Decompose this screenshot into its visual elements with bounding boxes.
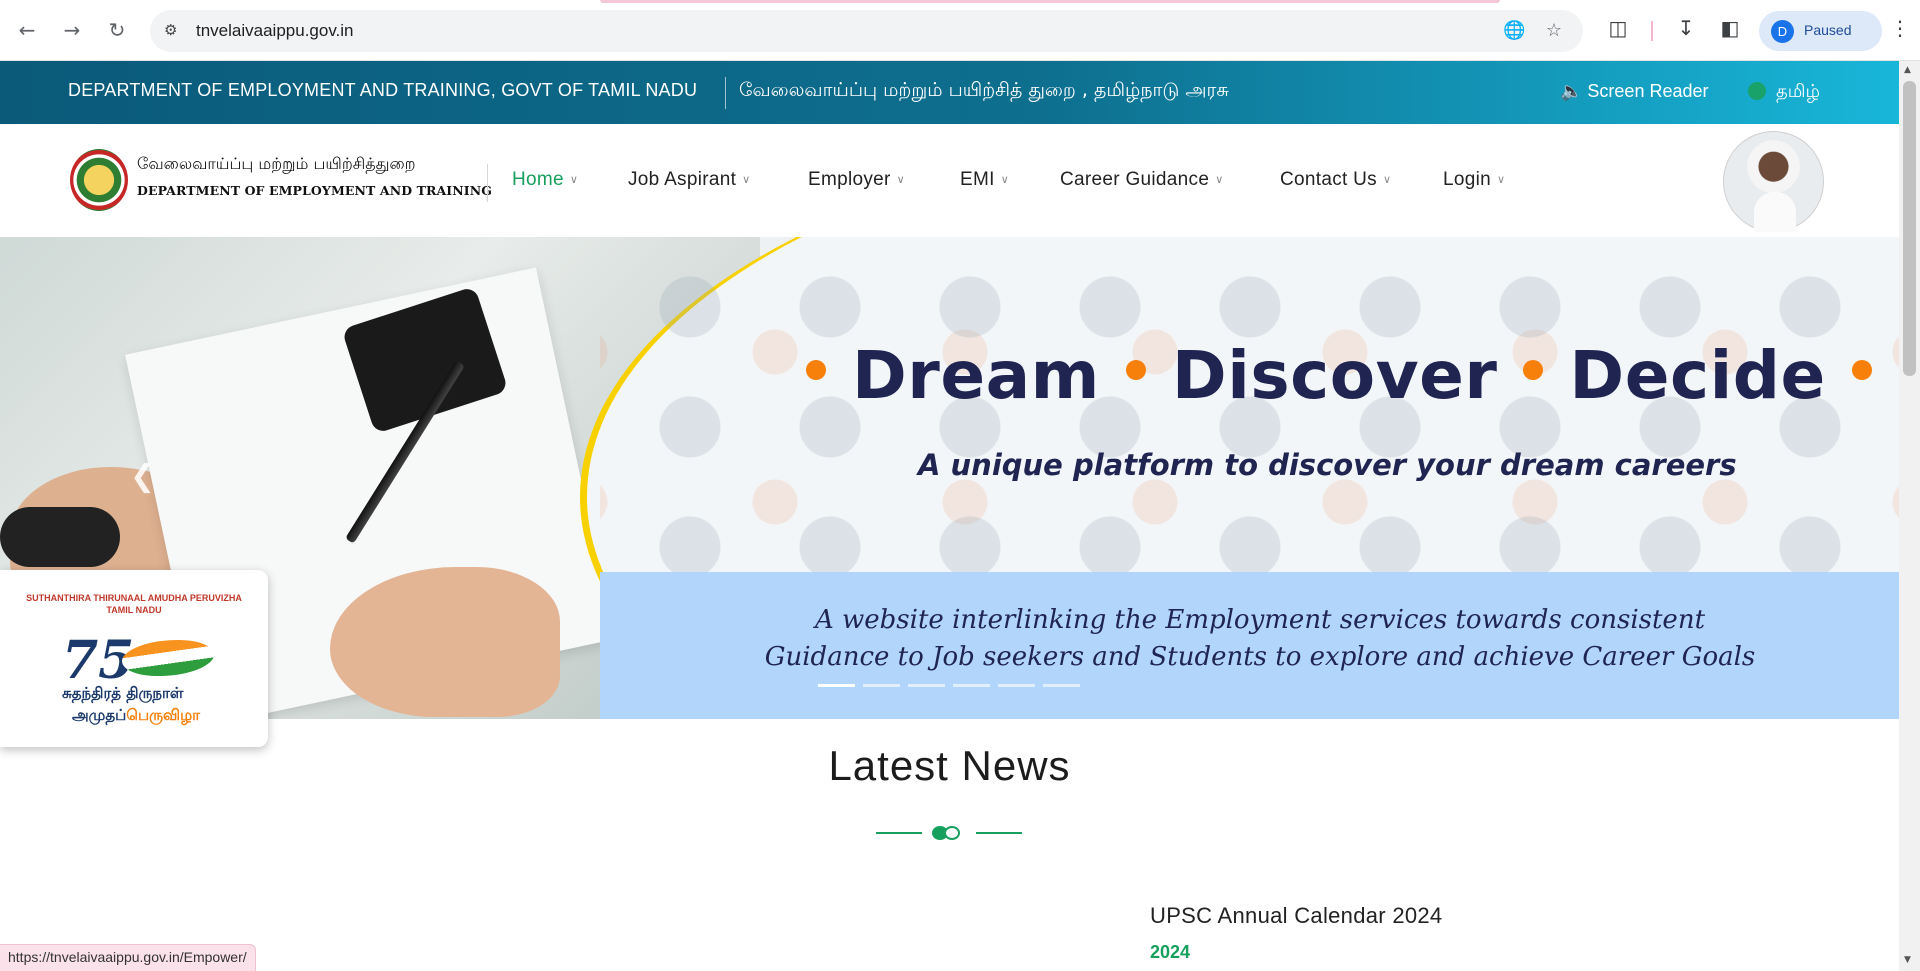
screen-reader-link[interactable]: 🔈 Screen Reader: [1560, 81, 1709, 102]
badge-tamil-word-accent: பெருவிழா: [126, 706, 200, 724]
carousel-indicator[interactable]: [863, 684, 900, 687]
headline-word: Dream: [852, 337, 1100, 414]
hero-caption: A website interlinking the Employment se…: [764, 605, 1756, 672]
brand-tamil[interactable]: வேலைவாய்ப்பு மற்றும் பயிற்சித்துறை: [137, 154, 416, 175]
site-topbar: DEPARTMENT OF EMPLOYMENT AND TRAINING, G…: [0, 61, 1899, 124]
dept-name-tamil: வேலைவாய்ப்பு மற்றும் பயிற்சித் துறை , தம…: [739, 79, 1229, 101]
link-status-bar: https://tnvelaivaaippu.gov.in/Empower/: [0, 944, 256, 971]
page-scrollbar[interactable]: ▲ ▼: [1899, 61, 1920, 971]
nav-label: Contact Us: [1280, 169, 1377, 190]
profile-status: Paused: [1804, 22, 1852, 38]
bookmark-star-icon[interactable]: ☆: [1543, 20, 1565, 42]
tricolor-flag-icon: [122, 633, 214, 683]
chevron-down-icon: ∨: [1000, 174, 1010, 186]
language-label: தமிழ்: [1776, 81, 1820, 102]
toolbar-separator: [1651, 21, 1653, 41]
badge-tamil-word: அமுதப்: [72, 706, 127, 724]
carousel-indicator[interactable]: [953, 684, 990, 687]
chevron-down-icon: ∨: [569, 174, 579, 186]
carousel-indicator[interactable]: [818, 684, 855, 687]
nav-job-aspirant[interactable]: Job Aspirant ∨: [628, 169, 751, 191]
heading-divider: [876, 826, 1022, 840]
hero-carousel[interactable]: Dream Discover Decide A unique platform to…: [0, 237, 1899, 719]
reload-icon[interactable]: ↻: [102, 15, 132, 45]
nav-home[interactable]: Home ∨: [512, 169, 578, 191]
nav-label: Career Guidance: [1060, 169, 1210, 190]
menu-kebab-icon[interactable]: ⋮: [1886, 16, 1914, 44]
chevron-down-icon: ∨: [1382, 174, 1392, 186]
scroll-down-icon[interactable]: ▼: [1904, 955, 1911, 965]
amudha-peruvizha-badge[interactable]: SUTHANTHIRA THIRUNAAL AMUDHA PERUVIZHA TA…: [0, 570, 268, 747]
divider-circle: [944, 826, 960, 840]
topbar-divider: [725, 77, 726, 109]
hero-headline: Dream Discover Decide: [780, 337, 1898, 414]
chevron-down-icon: ∨: [1215, 174, 1224, 186]
site-info-icon[interactable]: ⚙: [164, 21, 184, 41]
nav-label: EMI: [960, 169, 995, 190]
badge-line2: TAMIL NADU: [106, 605, 162, 615]
orange-dot-icon: [1125, 360, 1146, 380]
translate-icon[interactable]: 🌐: [1503, 20, 1525, 42]
address-bar[interactable]: ⚙ tnvelaivaaippu.gov.in 🌐 ☆: [150, 10, 1583, 52]
speaker-icon: 🔈: [1560, 81, 1588, 101]
carousel-indicator[interactable]: [908, 684, 945, 687]
nav-label: Employer: [808, 169, 891, 190]
latest-news-heading: Latest News: [828, 742, 1071, 789]
orange-dot-icon: [1851, 360, 1872, 380]
carousel-prev-icon[interactable]: ❮: [130, 459, 155, 494]
hero-photo-watch: [0, 507, 120, 567]
language-switch[interactable]: தமிழ்: [1748, 81, 1820, 104]
nav-career-guidance[interactable]: Career Guidance ∨: [1060, 169, 1224, 191]
orange-dot-icon: [1523, 360, 1544, 380]
badge-caption: SUTHANTHIRA THIRUNAAL AMUDHA PERUVIZHA TA…: [0, 592, 268, 616]
scrollbar-thumb[interactable]: [1903, 81, 1916, 376]
news-item-title[interactable]: UPSC Annual Calendar 2024: [1150, 903, 1442, 929]
chief-minister-photo: [1723, 131, 1824, 232]
divider-line: [876, 832, 922, 834]
screen-reader-label: Screen Reader: [1587, 81, 1709, 101]
carousel-indicators: [818, 684, 1080, 687]
url-text[interactable]: tnvelaivaaippu.gov.in: [196, 21, 354, 41]
tn-emblem-logo[interactable]: [70, 149, 128, 211]
forward-icon[interactable]: →: [57, 15, 87, 45]
chevron-down-icon: ∨: [1497, 174, 1506, 186]
chevron-down-icon: ∨: [742, 174, 751, 186]
dept-name-english: DEPARTMENT OF EMPLOYMENT AND TRAINING, G…: [68, 80, 698, 100]
back-icon[interactable]: ←: [12, 15, 42, 45]
site-header: வேலைவாய்ப்பு மற்றும் பயிற்சித்துறை DEPAR…: [0, 124, 1899, 237]
badge-tamil-line1: சுதந்திரத் திருநாள்: [62, 684, 184, 702]
divider-line: [976, 832, 1022, 834]
header-divider: [487, 164, 488, 202]
carousel-indicator[interactable]: [998, 684, 1035, 687]
profile-button[interactable]: D Paused: [1759, 11, 1882, 51]
nav-label: Job Aspirant: [628, 169, 737, 190]
nav-login[interactable]: Login ∨: [1443, 169, 1505, 191]
nav-employer[interactable]: Employer ∨: [808, 169, 905, 191]
side-panel-icon[interactable]: ◧: [1716, 16, 1744, 44]
avatar: D: [1771, 20, 1794, 43]
brand-english[interactable]: DEPARTMENT OF EMPLOYMENT AND TRAINING: [137, 183, 492, 198]
chevron-down-icon: ∨: [896, 174, 906, 186]
headline-word: Decide: [1569, 337, 1826, 414]
headline-word: Discover: [1171, 337, 1498, 414]
news-item-year: 2024: [1150, 942, 1191, 962]
nav-label: Home: [512, 169, 564, 190]
browser-toolbar: ← → ↻ ⚙ tnvelaivaaippu.gov.in 🌐 ☆ ◫ ↧ ◧ …: [0, 0, 1920, 61]
nav-emi[interactable]: EMI ∨: [960, 169, 1009, 191]
nav-label: Login: [1443, 169, 1491, 190]
tab-indicator: [600, 0, 1500, 3]
globe-icon: [1748, 82, 1766, 100]
scroll-up-icon[interactable]: ▲: [1904, 65, 1911, 75]
hero-subtitle: A unique platform to discover your dream…: [918, 448, 1737, 482]
nav-contact-us[interactable]: Contact Us ∨: [1280, 169, 1391, 191]
carousel-indicator[interactable]: [1043, 684, 1080, 687]
extensions-icon[interactable]: ◫: [1604, 16, 1632, 44]
orange-dot-icon: [806, 360, 826, 380]
badge-line1: SUTHANTHIRA THIRUNAAL AMUDHA PERUVIZHA: [26, 593, 242, 603]
download-icon[interactable]: ↧: [1672, 16, 1700, 44]
badge-tamil-line2: அமுதப்பெருவிழா: [72, 706, 200, 726]
